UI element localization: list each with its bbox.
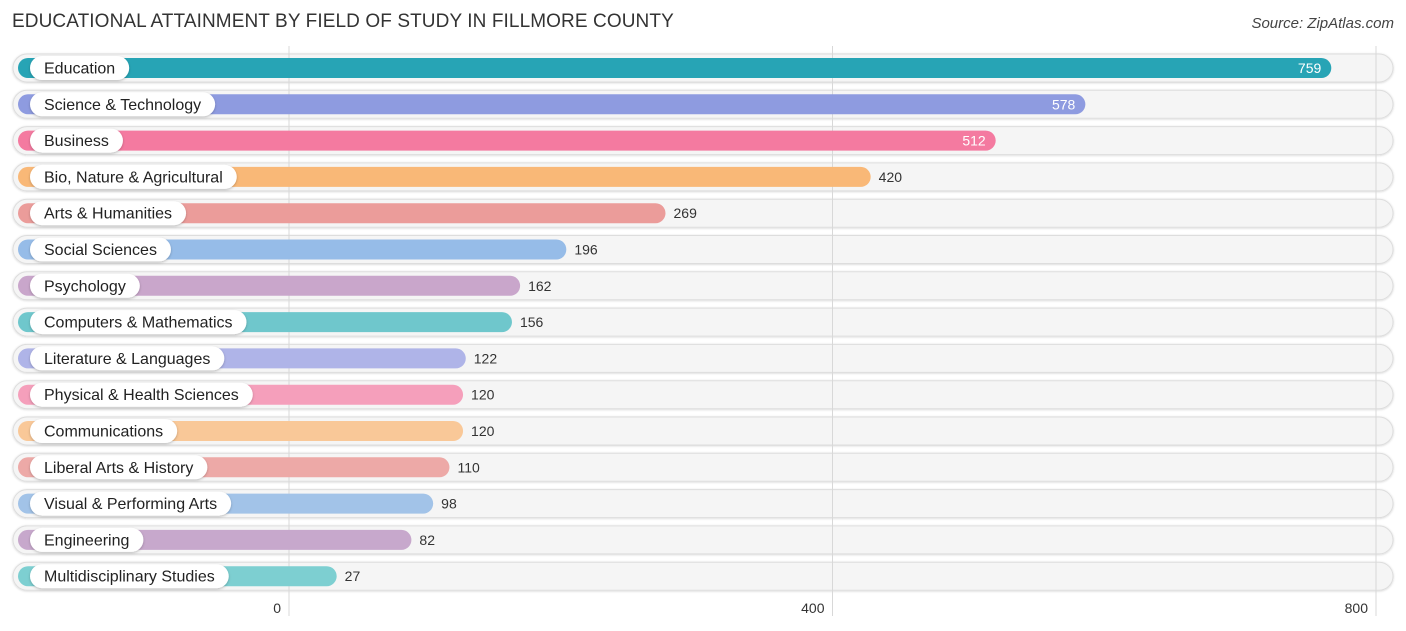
bar-row: Liberal Arts & History 110 xyxy=(18,455,480,480)
category-label: Science & Technology xyxy=(44,97,201,114)
bar-row: Psychology 162 xyxy=(18,273,552,298)
value-label: 578 xyxy=(1052,96,1076,112)
bar-row: Visual & Performing Arts 98 xyxy=(18,491,457,516)
bar-row: Arts & Humanities 269 xyxy=(18,201,698,226)
category-label: Multidisciplinary Studies xyxy=(44,569,215,586)
bar-chart: Education 759 Science & Technology 578 Busin… xyxy=(12,46,1394,616)
value-label: 122 xyxy=(474,350,498,366)
bar-row: Physical & Health Sciences 120 xyxy=(18,382,495,407)
value-label: 269 xyxy=(674,205,698,221)
category-label: Physical & Health Sciences xyxy=(44,387,239,404)
x-axis-ticks: 0 400 800 xyxy=(273,600,1368,616)
bar-row: Communications 120 xyxy=(18,419,495,443)
category-label: Communications xyxy=(44,424,163,441)
category-label: Computers & Mathematics xyxy=(44,315,233,332)
x-tick-label: 800 xyxy=(1345,600,1369,616)
category-label: Liberal Arts & History xyxy=(44,460,193,477)
bar-row: Business 512 xyxy=(18,128,996,153)
category-label: Visual & Performing Arts xyxy=(44,496,217,513)
category-label: Psychology xyxy=(44,278,126,295)
category-label: Social Sciences xyxy=(44,242,157,259)
bar-row: Science & Technology 578 xyxy=(18,92,1086,117)
bar-row: Bio, Nature & Agricultural 420 xyxy=(18,164,903,189)
value-label: 759 xyxy=(1298,60,1322,76)
value-label: 512 xyxy=(962,133,986,149)
value-label: 156 xyxy=(520,314,544,330)
value-label: 196 xyxy=(574,242,598,258)
value-label: 120 xyxy=(471,423,495,439)
x-tick-label: 400 xyxy=(801,600,825,616)
value-label: 27 xyxy=(345,568,361,584)
bar-row: Engineering 82 xyxy=(18,527,435,552)
category-label: Bio, Nature & Agricultural xyxy=(44,169,223,186)
value-label: 420 xyxy=(879,169,903,185)
category-label: Business xyxy=(44,133,109,150)
category-label: Arts & Humanities xyxy=(44,206,172,223)
category-label: Literature & Languages xyxy=(44,351,210,368)
bar-row: Education 759 xyxy=(18,56,1332,80)
bar[interactable] xyxy=(18,130,996,151)
bar-row: Multidisciplinary Studies 27 xyxy=(18,564,361,589)
bar-row: Literature & Languages 122 xyxy=(18,346,498,371)
bar[interactable] xyxy=(18,58,1332,78)
bar-row: Computers & Mathematics 156 xyxy=(18,310,544,335)
value-label: 98 xyxy=(441,496,457,512)
value-label: 162 xyxy=(528,278,552,294)
value-label: 82 xyxy=(419,532,435,548)
category-label: Engineering xyxy=(44,532,129,549)
value-label: 110 xyxy=(457,459,480,475)
category-label: Education xyxy=(44,61,115,78)
bar-row: Social Sciences 196 xyxy=(18,237,598,262)
value-label: 120 xyxy=(471,387,495,403)
x-tick-label: 0 xyxy=(273,600,281,616)
